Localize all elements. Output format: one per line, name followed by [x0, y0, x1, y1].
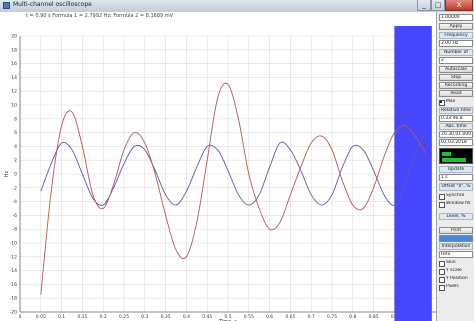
apply-button[interactable]: Apply	[439, 23, 473, 30]
x-tick-label: 0.6	[266, 314, 273, 320]
y-tick-label: -20	[10, 310, 17, 316]
y-tick-label: 4	[14, 144, 17, 150]
abs-time-label: Abs. time	[439, 123, 473, 130]
number-select[interactable]: 2	[439, 57, 473, 64]
synchro-checkbox[interactable]: Synchro	[439, 193, 473, 200]
print-slider[interactable]	[439, 235, 473, 242]
date-value: 02.03.2018	[439, 139, 473, 146]
y-tick-label: -18	[10, 296, 17, 302]
x-tick-label: 0	[19, 314, 22, 320]
y-tick-label: 10	[11, 103, 17, 109]
y-tick-label: -8	[13, 227, 18, 233]
window-title: Multi-channel oscilloscope	[13, 1, 92, 8]
level-meter-top-bar	[442, 152, 451, 156]
x-tick-label: 0.45	[202, 314, 212, 320]
print-button[interactable]: Print	[439, 227, 473, 234]
x-tick-label: 0.75	[327, 314, 337, 320]
value-field[interactable]: 1.00000	[439, 14, 473, 21]
x-tick-label: 0.15	[77, 314, 87, 320]
y-tick-label: -10	[10, 241, 17, 247]
x-tick-label: 0.4	[183, 314, 190, 320]
app-icon	[3, 2, 10, 9]
x-tick-label: 0.55	[244, 314, 254, 320]
time-cursor-band	[394, 26, 432, 321]
interpolation-label: Interpolation	[439, 243, 473, 250]
y-tick-label: 20	[11, 34, 17, 40]
y-tick-label: -16	[10, 282, 17, 288]
y-tick-label: 6	[14, 130, 17, 136]
level-meter	[439, 148, 473, 164]
x-tick-label: 0.05	[36, 314, 46, 320]
autoscale-button[interactable]: Autoscale	[439, 66, 473, 73]
y-tick-label: 8	[14, 116, 17, 122]
x-tick-label: 0.2	[100, 314, 107, 320]
x-tick-label: 0.7	[308, 314, 315, 320]
series-line-2	[40, 82, 426, 295]
minimize-button[interactable]: _	[417, 0, 431, 11]
abs-time-value: 20.30.01.000	[439, 131, 473, 138]
y-tick-label: 2	[14, 158, 17, 164]
x-tick-label: 0.35	[161, 314, 171, 320]
update-select[interactable]: 1 s	[439, 174, 473, 181]
y-tick-label: -6	[13, 213, 18, 219]
control-panel: 1.00000 Apply Frequency 2.00 Hz Number o…	[436, 12, 474, 321]
y-tick-label: 14	[11, 75, 17, 81]
y-tick-label: 0	[14, 172, 17, 178]
frequency-label: Frequency	[439, 32, 473, 39]
close-button[interactable]: X	[445, 0, 473, 11]
read-button[interactable]: Read	[439, 90, 473, 97]
x-tick-label: 0.8	[349, 314, 356, 320]
y-tick-label: -12	[10, 254, 17, 260]
y-axis-label: Hz	[4, 170, 10, 177]
frequency-select[interactable]: 2.00 Hz	[439, 40, 473, 47]
offset-label: Offset "0", %	[439, 183, 473, 191]
y-scale-checkbox[interactable]: Y scale	[439, 268, 473, 275]
y-tick-label: 12	[11, 89, 17, 95]
x-tick-label: 0.1	[58, 314, 65, 320]
maximize-button[interactable]: □	[431, 0, 445, 11]
level-meter-bottom-bar	[442, 158, 466, 162]
recording-button[interactable]: Recording	[439, 82, 473, 89]
y-tick-label: 16	[11, 61, 17, 67]
x-tick-label: 0.85	[369, 314, 379, 320]
relative-time-value: 0.33:46.8	[439, 115, 473, 122]
x-tick-label: 0.65	[285, 314, 295, 320]
title-bar: Multi-channel oscilloscope _ □ X	[0, 0, 474, 12]
oscilloscope-chart[interactable]: 0 0.05 0.1 0.15 0.2 0.25 0.3 0.35 0.4 0.45 0.5 0.55…	[0, 12, 436, 321]
interpolation-select[interactable]: HRS	[439, 251, 473, 258]
number-label: Number of	[439, 49, 473, 56]
y-position-checkbox[interactable]: Y Position	[439, 276, 473, 283]
stop-button[interactable]: Stop	[439, 74, 473, 81]
y-tick-label: 18	[11, 47, 17, 53]
max-checkbox[interactable]: Max	[439, 99, 473, 106]
window-fill-checkbox[interactable]: Window fill	[439, 201, 473, 208]
y-tick-label: -4	[13, 199, 18, 205]
skin-checkbox[interactable]: Skin	[439, 260, 473, 267]
y-tick-label: -14	[10, 268, 17, 274]
update-label: Update	[439, 166, 473, 173]
relative-time-label: Relative time	[439, 107, 473, 114]
x-tick-label: 0.25	[119, 314, 129, 320]
pixels-checkbox[interactable]: Pixels	[439, 284, 473, 291]
y-tick-label: -2	[13, 185, 18, 191]
x-tick-label: 0.3	[141, 314, 148, 320]
level-label: Level, %	[439, 213, 473, 220]
status-readout: t = 0.90 s Formula 1 = 2.7992 Hz; Formul…	[26, 13, 174, 19]
series-line-1	[40, 132, 427, 206]
